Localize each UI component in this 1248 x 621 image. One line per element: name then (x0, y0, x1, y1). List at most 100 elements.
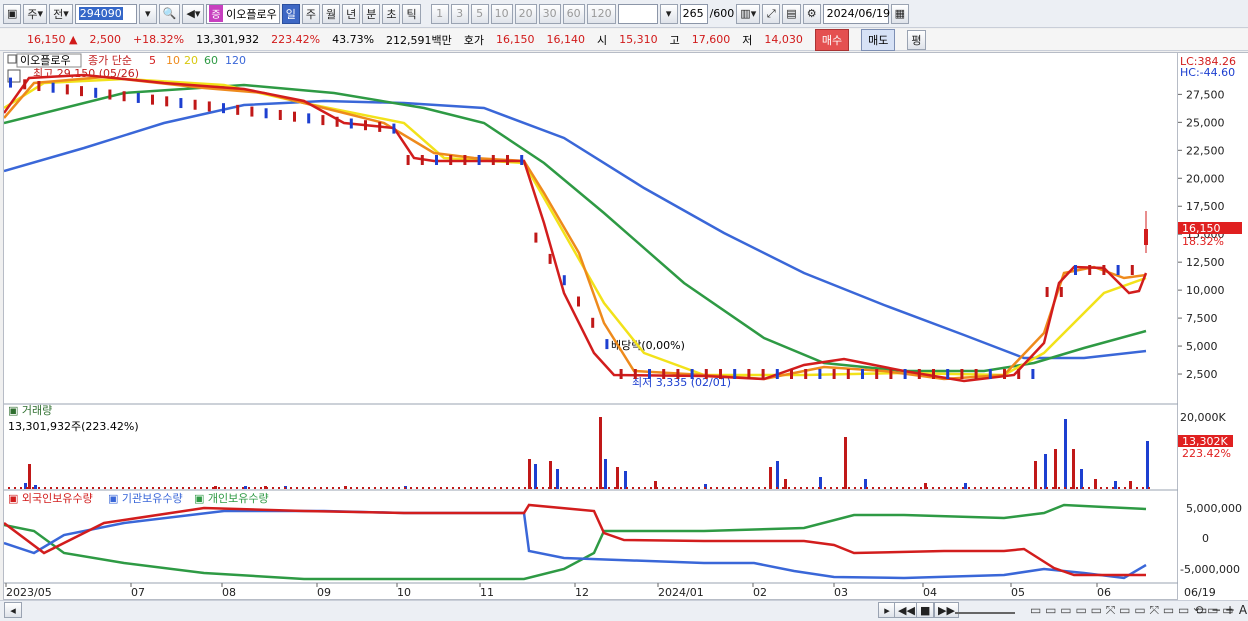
candle (946, 369, 950, 379)
volume-bar-small (800, 487, 802, 489)
candle (378, 121, 382, 132)
volume-bar (244, 486, 247, 489)
legend-ma20[interactable]: 20 (184, 54, 198, 67)
y-tick-label: 17,500 (1186, 200, 1225, 213)
quote-bar: 16,150 ▲ 2,500 +18.32% 13,301,932 223.42… (0, 28, 1248, 51)
price-plot[interactable] (2, 73, 1148, 383)
interval-120[interactable]: 120 (586, 3, 616, 24)
calendar-icon[interactable]: ▦ (890, 3, 910, 24)
zoom-slider[interactable] (955, 604, 1015, 614)
volume-bar-small (986, 487, 988, 489)
legend-ma10[interactable]: 10 (166, 54, 180, 67)
ma120-line (3, 99, 1147, 360)
volume-bar-small (86, 487, 88, 489)
type-select[interactable]: 전 ▾ (49, 3, 73, 24)
legend-stock-name[interactable]: 이오플로우 (20, 54, 71, 67)
interval-10[interactable]: 10 (490, 3, 513, 24)
volume-bar-small (206, 487, 208, 489)
candle (449, 155, 453, 165)
scroll-left-icon[interactable]: ◂ (4, 602, 22, 618)
ask-label: 호가 (463, 33, 485, 47)
period-year[interactable]: 년 (342, 3, 361, 24)
code-dropdown-button[interactable]: ▾ (138, 3, 157, 24)
interval-1[interactable]: 1 (430, 3, 449, 24)
volume-bar-small (836, 487, 838, 489)
y-tick-label: 12,500 (1186, 256, 1225, 269)
count-input[interactable]: 265 (679, 3, 708, 24)
indicator-icon[interactable]: ▤ (782, 3, 801, 24)
volume-bar-small (332, 487, 334, 489)
market-select[interactable]: 주 ▾ (23, 3, 48, 24)
volume-plot[interactable] (8, 417, 1150, 489)
ma10-line (3, 75, 1147, 381)
stock-name-field[interactable]: 증 이오플로우 (206, 3, 280, 24)
low-annotation: 최저 3,335 (02/01) (632, 376, 731, 389)
stock-code-input[interactable]: 294090 (74, 3, 137, 24)
candle (491, 155, 495, 165)
period-minute[interactable]: 분 (362, 3, 381, 24)
extra-button[interactable]: 평 (907, 29, 926, 50)
ask-price: 16,150 (496, 33, 535, 46)
candle (676, 369, 680, 379)
interval-60[interactable]: 60 (562, 3, 585, 24)
x-tick-label: 08 (222, 586, 236, 599)
legend-ma60[interactable]: 60 (204, 54, 218, 67)
gear-icon[interactable]: ⚙ (802, 3, 821, 24)
volume-bar-small (38, 487, 40, 489)
candle (960, 369, 964, 379)
date-input[interactable]: 2024/06/19 (822, 3, 890, 24)
volume-bar-small (620, 487, 622, 489)
period-tick[interactable]: 틱 (402, 3, 421, 24)
legend-ma5[interactable]: 5 (149, 54, 156, 67)
chart-canvas[interactable]: 이오플로우 종가 단순 5 10 20 60 120 최고 29,150 (05… (2, 52, 1179, 601)
zoom-controls[interactable]: ▭ − + A (1196, 603, 1247, 617)
volume-bar-small (770, 487, 772, 489)
candle (477, 155, 481, 165)
volume-bar-small (1004, 487, 1006, 489)
candle (690, 369, 694, 379)
buy-button[interactable]: 매수 (814, 28, 850, 51)
volume-bar-small (914, 487, 916, 489)
period-day[interactable]: 일 (281, 3, 300, 24)
custom-interval-input[interactable] (617, 3, 658, 24)
volume-bar-small (110, 487, 112, 489)
interval-5[interactable]: 5 (470, 3, 489, 24)
holding-plot[interactable] (3, 503, 1147, 581)
interval-20[interactable]: 20 (514, 3, 537, 24)
candle (179, 98, 183, 109)
candle-type-icon[interactable]: ▥▾ (736, 3, 761, 24)
volume-bar-small (938, 487, 940, 489)
search-icon[interactable]: 🔍 (158, 3, 181, 24)
volume-bar-small (920, 487, 922, 489)
candle (193, 99, 197, 110)
chart-svg[interactable]: 이오플로우 종가 단순 5 10 20 60 120 최고 29,150 (05… (2, 53, 1179, 601)
speaker-icon[interactable]: ◀▾ (182, 3, 205, 24)
interval-3[interactable]: 3 (450, 3, 469, 24)
candle (846, 369, 850, 379)
volume-bar-small (716, 487, 718, 489)
interval-dropdown-button[interactable]: ▾ (659, 3, 678, 24)
volume-bar (549, 461, 552, 489)
candle (577, 296, 580, 307)
current-price: 16,150 ▲ (27, 33, 78, 46)
interval-30[interactable]: 30 (538, 3, 561, 24)
draw-tool-icon[interactable]: ⤢ (762, 3, 781, 24)
candle (94, 87, 98, 98)
price-change: 2,500 (89, 33, 121, 46)
candle (619, 369, 623, 379)
candle (633, 369, 637, 379)
period-month[interactable]: 월 (321, 3, 341, 24)
screen-icon[interactable]: ▣ (3, 3, 22, 24)
volume-bar-small (476, 487, 478, 489)
volume-bar-small (452, 487, 454, 489)
volume-bar-small (686, 487, 688, 489)
stop-icon[interactable]: ■ (916, 602, 935, 618)
candle (534, 232, 538, 243)
period-week[interactable]: 주 (301, 3, 320, 24)
y-tick-label: 22,500 (1186, 144, 1225, 157)
period-second[interactable]: 초 (382, 3, 401, 24)
volume-bar (28, 464, 31, 489)
sell-button[interactable]: 매도 (861, 28, 896, 51)
legend-ma120[interactable]: 120 (225, 54, 246, 67)
y-axis-panel[interactable]: LC:384.26 HC:-44.60 27,500 25,000 22,500 20… (1178, 52, 1248, 600)
